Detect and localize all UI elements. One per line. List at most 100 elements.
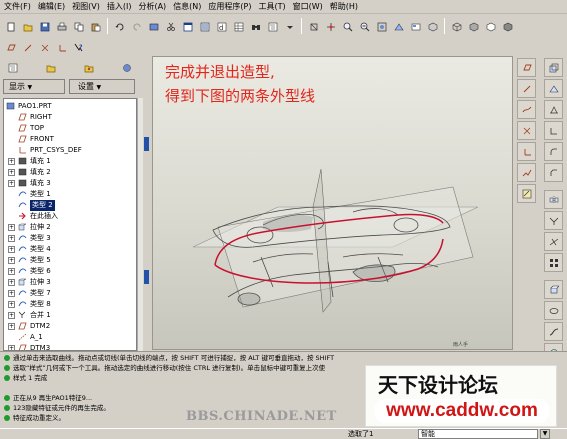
show-dropdown[interactable]: 显示 ▼ — [3, 79, 65, 94]
menu-help[interactable]: 帮助(H) — [330, 0, 358, 14]
menu-applications[interactable]: 应用程序(P) — [208, 0, 251, 14]
repaint-icon[interactable] — [306, 19, 321, 34]
analysis-tool-icon[interactable] — [516, 163, 536, 182]
expand-icon[interactable]: + — [8, 158, 15, 165]
tree-item[interactable]: 类型 2 — [4, 200, 136, 211]
sweep-tool-icon[interactable] — [543, 322, 563, 341]
wireframe-icon[interactable] — [449, 19, 464, 34]
expand-icon[interactable]: + — [8, 235, 15, 242]
window-icon[interactable] — [180, 19, 195, 34]
tree-item[interactable]: + 拉伸 2 — [4, 222, 136, 233]
rib-tool-icon[interactable] — [543, 100, 563, 119]
tree-item[interactable]: + 填充 3 — [4, 178, 136, 189]
mirror-tool-icon[interactable] — [543, 190, 563, 209]
dropdown-arrow-icon[interactable] — [282, 19, 297, 34]
expand-icon[interactable]: + — [8, 268, 15, 275]
tree-item[interactable]: + 合并 1 — [4, 310, 136, 321]
new-file-icon[interactable] — [3, 19, 18, 34]
datum-plane-tool-icon[interactable] — [516, 58, 536, 77]
sash-handle-icon[interactable] — [144, 270, 149, 284]
expand-icon[interactable]: + — [8, 323, 15, 330]
no-hidden-icon[interactable] — [483, 19, 498, 34]
shaded-icon[interactable] — [500, 19, 515, 34]
zoom-in-icon[interactable] — [340, 19, 355, 34]
round-tool-icon[interactable] — [543, 142, 563, 161]
datum-curve-tool-icon[interactable] — [516, 100, 536, 119]
datum-axis-icon[interactable] — [20, 40, 35, 55]
tree-item[interactable]: 类型 1 — [4, 189, 136, 200]
datum-point-icon[interactable] — [37, 40, 52, 55]
extrude-tool-icon[interactable] — [543, 280, 563, 299]
menu-insert[interactable]: 插入(I) — [107, 0, 132, 14]
layers-icon[interactable] — [197, 19, 212, 34]
tree-item[interactable]: + DTM3 — [4, 343, 136, 350]
menu-info[interactable]: 信息(N) — [173, 0, 201, 14]
sash-handle-icon[interactable] — [144, 137, 149, 151]
tree-item[interactable]: PRT_CSYS_DEF — [4, 145, 136, 156]
save-icon[interactable] — [37, 19, 52, 34]
hole-tool-icon[interactable] — [543, 58, 563, 77]
menu-view[interactable]: 视图(V) — [72, 0, 100, 14]
cut-icon[interactable] — [163, 19, 178, 34]
datum-point-tool-icon[interactable] — [516, 121, 536, 140]
tree-item[interactable]: RIGHT — [4, 112, 136, 123]
context-help-icon[interactable]: ? — [71, 40, 86, 55]
filter-chevron-icon[interactable]: ▼ — [540, 429, 550, 439]
saved-views-icon[interactable] — [408, 19, 423, 34]
orient-icon[interactable] — [323, 19, 338, 34]
menu-analysis[interactable]: 分析(A) — [138, 0, 166, 14]
model-tree-icon[interactable] — [265, 19, 280, 34]
csys-tool-icon[interactable] — [516, 142, 536, 161]
tree-item[interactable]: + 拉伸 3 — [4, 277, 136, 288]
hidden-line-icon[interactable] — [425, 19, 440, 34]
tree-item[interactable]: + 类型 5 — [4, 255, 136, 266]
menu-tools[interactable]: 工具(T) — [259, 0, 286, 14]
csys-icon[interactable] — [54, 40, 69, 55]
expand-icon[interactable]: + — [8, 169, 15, 176]
settings-dropdown[interactable]: 设置 ▼ — [69, 79, 135, 94]
draft-tool-icon[interactable] — [543, 121, 563, 140]
tree-item[interactable]: + 填充 1 — [4, 156, 136, 167]
expand-icon[interactable]: + — [8, 257, 15, 264]
revolve-tool-icon[interactable] — [543, 301, 563, 320]
sketch-tool-icon[interactable] — [516, 184, 536, 203]
expand-icon[interactable]: + — [8, 290, 15, 297]
tree-item[interactable]: + 类型 4 — [4, 244, 136, 255]
tree-item[interactable]: TOP — [4, 123, 136, 134]
relations-icon[interactable]: d — [214, 19, 229, 34]
tree-item[interactable]: + 类型 6 — [4, 266, 136, 277]
view-manager-icon[interactable] — [391, 19, 406, 34]
tree-item[interactable]: PAO1.PRT — [4, 101, 136, 112]
menu-window[interactable]: 窗口(W) — [293, 0, 323, 14]
expand-icon[interactable]: + — [8, 312, 15, 319]
shading-icon[interactable] — [466, 19, 481, 34]
expand-icon[interactable]: + — [8, 301, 15, 308]
pattern-tool-icon[interactable] — [543, 253, 563, 272]
chamfer-tool-icon[interactable] — [543, 163, 563, 182]
tree-item[interactable]: FRONT — [4, 134, 136, 145]
print-icon[interactable] — [54, 19, 69, 34]
tree-item[interactable]: + 类型 8 — [4, 299, 136, 310]
model-tree-tab-icon[interactable] — [5, 60, 20, 75]
tree-item[interactable]: + 类型 7 — [4, 288, 136, 299]
folder-browser-tab-icon[interactable] — [43, 60, 58, 75]
open-folder-icon[interactable] — [20, 19, 35, 34]
tree-item[interactable]: + 类型 3 — [4, 233, 136, 244]
web-browser-tab-icon[interactable] — [119, 60, 134, 75]
paste-icon[interactable] — [88, 19, 103, 34]
tree-item[interactable]: 在此插入 — [4, 211, 136, 222]
expand-icon[interactable]: + — [8, 279, 15, 286]
shell-tool-icon[interactable] — [543, 79, 563, 98]
regenerate-icon[interactable] — [146, 19, 161, 34]
filter-dropdown[interactable]: 智能 — [418, 429, 538, 439]
tree-item[interactable]: A_1 — [4, 332, 136, 343]
tree-scrollbar[interactable] — [137, 98, 143, 351]
expand-icon[interactable]: + — [8, 180, 15, 187]
merge-tool-icon[interactable] — [543, 211, 563, 230]
copy-icon[interactable] — [71, 19, 86, 34]
tree-item[interactable]: + DTM2 — [4, 321, 136, 332]
menu-file[interactable]: 文件(F) — [4, 0, 31, 14]
datum-axis-tool-icon[interactable] — [516, 79, 536, 98]
favorites-tab-icon[interactable] — [81, 60, 96, 75]
tree-item[interactable]: + 填充 2 — [4, 167, 136, 178]
